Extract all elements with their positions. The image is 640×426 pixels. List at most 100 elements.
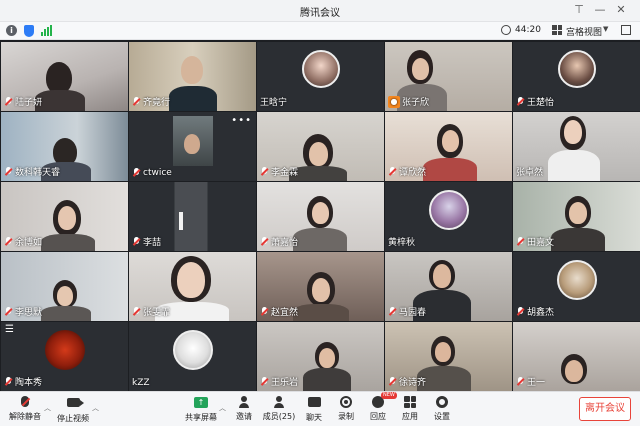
record-button[interactable]: 录制 <box>334 396 358 422</box>
mic-muted-icon <box>516 236 525 247</box>
list-icon[interactable]: ☰ <box>5 324 14 335</box>
meeting-toolbar: 解除静音 ︿ 停止视频 ︿ ↑ 共享屏幕 ︿ 邀请 成员(25) 聊天 录制 N… <box>0 391 640 426</box>
video-tile[interactable]: 田嘉文 <box>513 182 640 251</box>
participant-name: 黄梓秋 <box>388 238 416 248</box>
participant-name: 张卓然 <box>516 168 544 178</box>
video-tile[interactable]: 李喆 <box>129 182 256 251</box>
avatar <box>173 330 213 370</box>
invite-icon <box>238 396 250 408</box>
video-tile[interactable]: 王晗宁 <box>257 42 384 111</box>
minimize-icon[interactable]: — <box>592 3 608 17</box>
title-bar: 腾讯会议 ⊤ — ✕ <box>0 0 640 22</box>
participant-name: ctwice <box>132 168 172 178</box>
video-tile[interactable]: 数科韩天睿 <box>1 112 128 181</box>
participant-name: 李喆 <box>132 235 161 248</box>
video-tile[interactable]: ● 张子欣 <box>385 42 512 111</box>
avatar <box>557 260 597 300</box>
chat-button[interactable]: 聊天 <box>302 396 326 423</box>
meeting-window: 腾讯会议 ⊤ — ✕ i 44:20 宫格视图 ▼ 陆子妍 齐竟行 王晗宁 ● … <box>0 0 640 426</box>
network-signal-icon[interactable] <box>41 25 53 36</box>
chevron-down-icon[interactable]: ▼ <box>603 25 608 33</box>
camera-icon <box>66 398 84 407</box>
video-tile[interactable]: 李思默 <box>1 252 128 321</box>
person-icon: ● <box>388 95 400 108</box>
participant-name: 赵宜然 <box>260 305 298 318</box>
leave-meeting-button[interactable]: 离开会议 <box>579 397 631 421</box>
security-shield-icon[interactable] <box>24 25 34 37</box>
video-tile[interactable]: ••• ctwice <box>129 112 256 181</box>
participant-name: 王一 <box>516 375 545 388</box>
fullscreen-icon[interactable] <box>621 25 631 35</box>
mic-muted-icon <box>132 306 141 317</box>
avatar <box>45 330 85 370</box>
participant-name: 王楚怡 <box>516 95 554 108</box>
participant-name: 王晗宁 <box>260 98 288 108</box>
chat-icon <box>307 397 321 407</box>
settings-button[interactable]: 设置 <box>430 396 454 422</box>
mic-muted-icon <box>4 166 13 177</box>
mic-muted-icon <box>4 306 13 317</box>
video-tile[interactable]: 王一 <box>513 322 640 391</box>
participant-name: 谭欣然 <box>388 165 426 178</box>
more-options-icon[interactable]: ••• <box>231 115 252 126</box>
participant-name: 萧嘉怡 <box>260 235 298 248</box>
grid-view-icon[interactable] <box>552 25 562 35</box>
mic-muted-icon <box>388 306 397 317</box>
info-icon[interactable]: i <box>6 25 17 36</box>
stop-video-button[interactable]: 停止视频 <box>56 396 90 424</box>
audio-options-chevron-icon[interactable]: ︿ <box>44 403 51 413</box>
avatar <box>429 190 469 230</box>
avatar <box>558 50 596 88</box>
participant-name: 李思默 <box>4 305 42 318</box>
video-tile[interactable]: 王楚怡 <box>513 42 640 111</box>
participant-name: 陶本秀 <box>4 375 42 388</box>
video-options-chevron-icon[interactable]: ︿ <box>92 403 99 413</box>
video-tile[interactable]: 马园春 <box>385 252 512 321</box>
video-tile[interactable]: ☰ 陶本秀 <box>1 322 128 391</box>
participant-name: 王乐岩 <box>260 375 298 388</box>
pin-icon[interactable]: ⊤ <box>571 3 587 17</box>
mic-muted-icon <box>260 376 269 387</box>
mic-muted-icon <box>4 236 13 247</box>
apps-icon <box>404 396 416 408</box>
invite-button[interactable]: 邀请 <box>232 396 256 422</box>
participant-name: ● 张子欣 <box>388 95 429 108</box>
video-tile[interactable]: kZZ <box>129 322 256 391</box>
share-screen-button[interactable]: ↑ 共享屏幕 <box>184 396 218 423</box>
participant-name: kZZ <box>132 378 150 388</box>
apps-button[interactable]: 应用 <box>398 396 422 422</box>
members-icon <box>273 396 285 408</box>
members-button[interactable]: 成员(25) <box>262 396 296 422</box>
close-icon[interactable]: ✕ <box>613 3 629 17</box>
participant-name: 田嘉文 <box>516 235 554 248</box>
video-tile[interactable]: 余博如 <box>1 182 128 251</box>
video-tile[interactable]: 赵宜然 <box>257 252 384 321</box>
mic-muted-icon <box>516 96 525 107</box>
video-tile[interactable]: 萧嘉怡 <box>257 182 384 251</box>
video-tile[interactable]: 黄梓秋 <box>385 182 512 251</box>
window-title: 腾讯会议 <box>300 8 340 19</box>
video-tile[interactable]: 李金霖 <box>257 112 384 181</box>
mic-muted-icon <box>132 96 141 107</box>
video-tile[interactable]: 谭欣然 <box>385 112 512 181</box>
video-tile[interactable]: 张雯霏 <box>129 252 256 321</box>
video-tile[interactable]: 王乐岩 <box>257 322 384 391</box>
react-button[interactable]: NEW 回应 <box>366 392 397 422</box>
mic-muted-icon <box>516 306 525 317</box>
share-options-chevron-icon[interactable]: ︿ <box>219 403 226 413</box>
share-screen-icon: ↑ <box>194 397 208 408</box>
participant-name: 齐竟行 <box>132 95 170 108</box>
unmute-button[interactable]: 解除静音 <box>8 396 42 422</box>
mic-muted-icon <box>132 236 141 247</box>
view-mode-selector[interactable]: 宫格视图 <box>566 25 602 38</box>
participant-name: 徐诗齐 <box>388 375 426 388</box>
video-tile[interactable]: 张卓然 <box>513 112 640 181</box>
new-badge: NEW <box>381 392 397 399</box>
video-tile[interactable]: 陆子妍 <box>1 42 128 111</box>
mic-muted-icon <box>4 96 13 107</box>
video-tile[interactable]: 胡鑫杰 <box>513 252 640 321</box>
video-tile[interactable]: 徐诗齐 <box>385 322 512 391</box>
video-tile[interactable]: 齐竟行 <box>129 42 256 111</box>
clock-icon <box>501 25 511 35</box>
record-icon <box>340 396 352 408</box>
